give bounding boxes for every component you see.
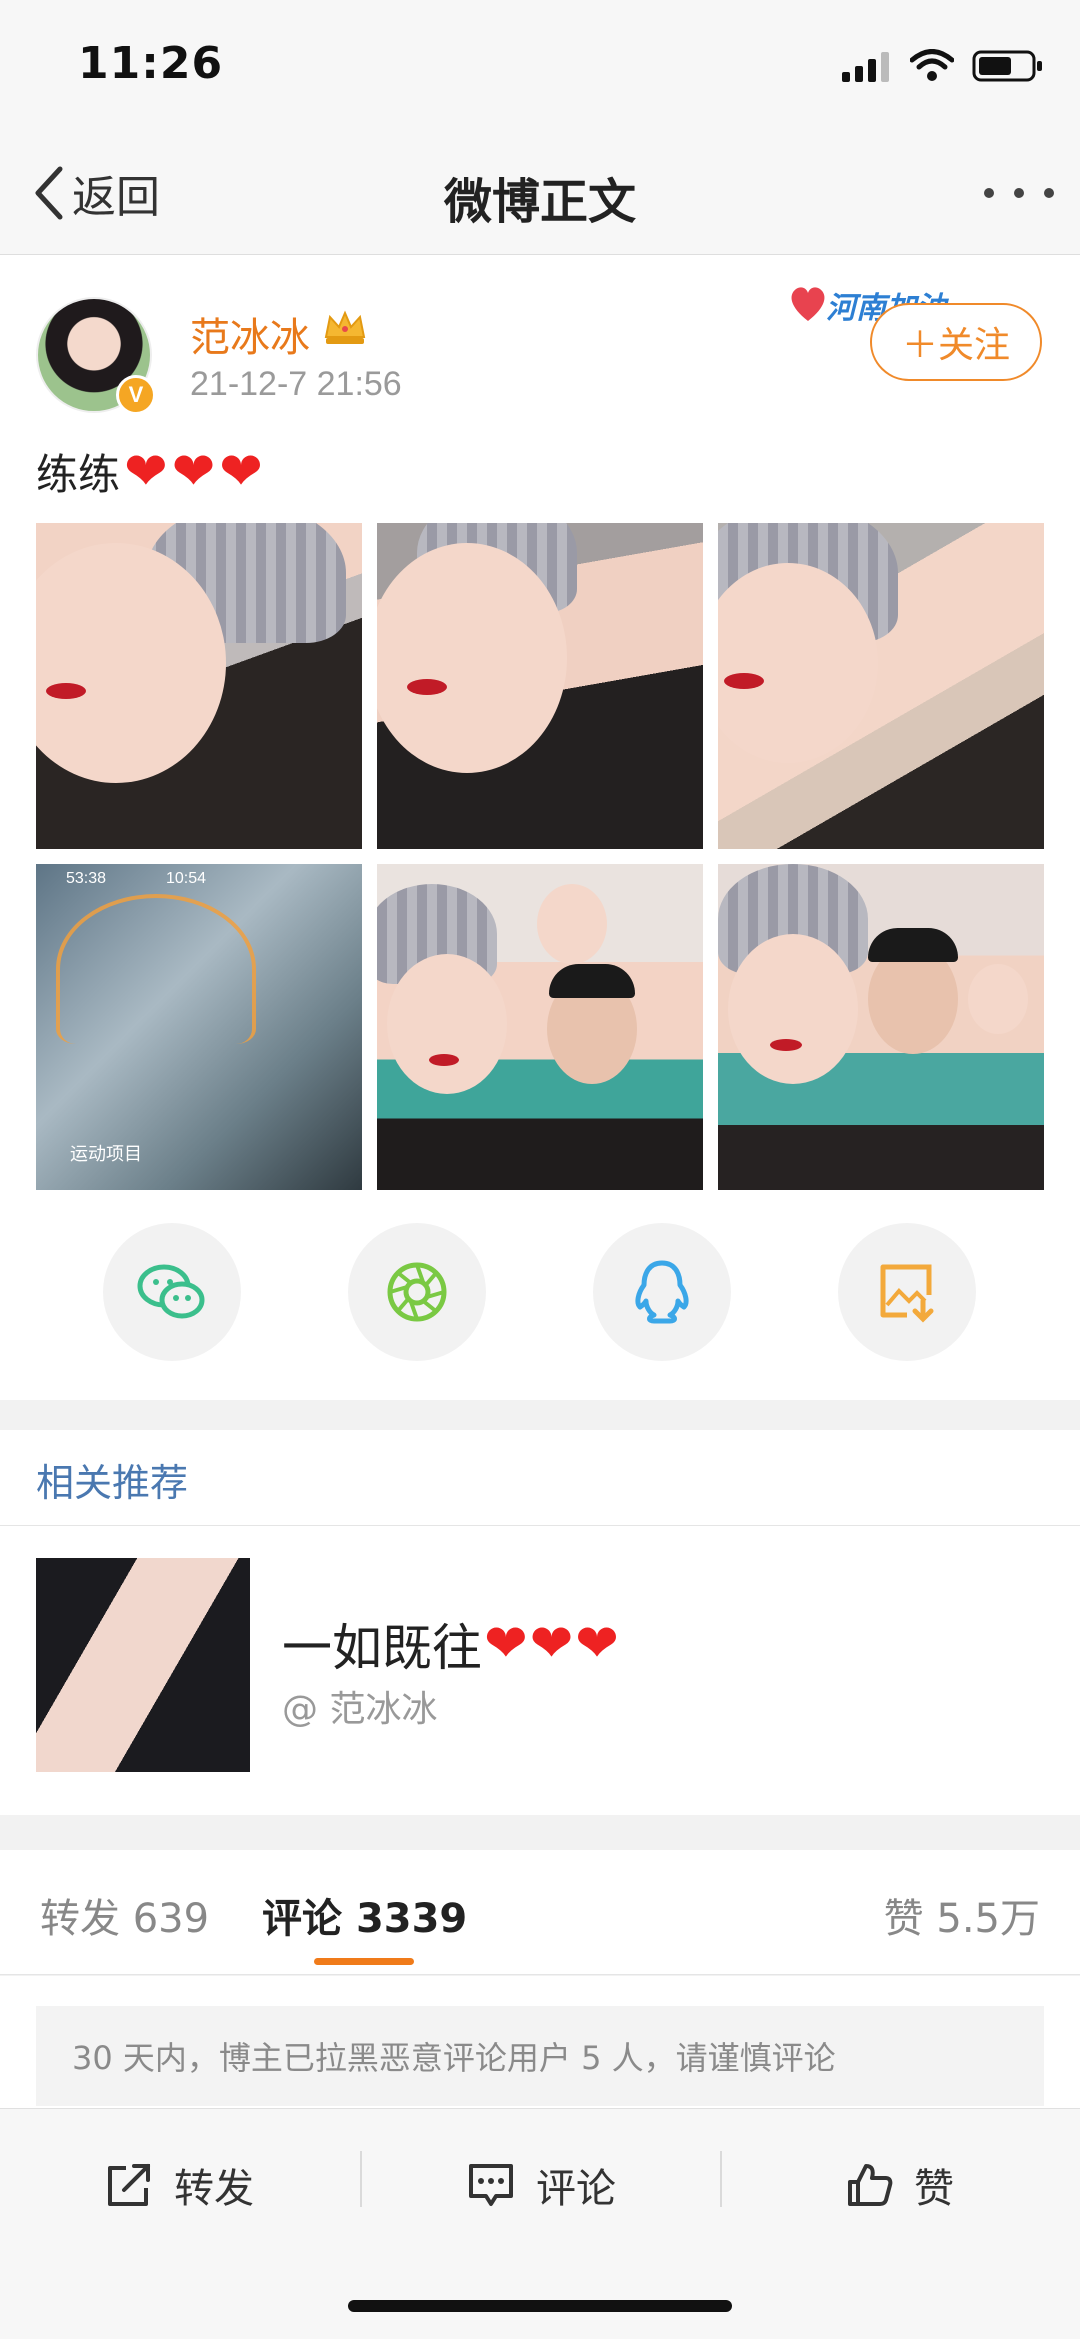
dot	[1014, 188, 1024, 198]
post-photo[interactable]	[377, 523, 703, 849]
repost-button[interactable]: 转发	[104, 2145, 254, 2225]
tab-count: 3339	[355, 1896, 468, 1942]
dot	[984, 188, 994, 198]
related-post-title-text: 一如既往	[282, 1619, 482, 1677]
tab-count: 5.5万	[936, 1896, 1040, 1942]
follow-button[interactable]: ＋关注	[870, 303, 1042, 381]
home-indicator[interactable]	[348, 2300, 732, 2312]
heart-emoji: ❤	[484, 1614, 528, 1674]
photo-grid: 53:38 10:54 运动项目	[36, 523, 1044, 1190]
related-post-title[interactable]: 一如既往 ❤ ❤ ❤	[282, 1608, 619, 1680]
comment-icon	[469, 2164, 513, 2206]
share-qq-button[interactable]	[593, 1223, 731, 1361]
interaction-tabs: 转发 639 评论 3339 赞 5.5万	[0, 1850, 1080, 1975]
author-name[interactable]: 范冰冰	[190, 305, 310, 363]
like-button[interactable]: 赞	[844, 2145, 954, 2225]
heart-emoji: ❤	[575, 1614, 619, 1674]
related-thumbnail[interactable]	[36, 1558, 250, 1772]
comment-notice: 30 天内，博主已拉黑恶意评论用户 5 人，请谨慎评论	[36, 2006, 1044, 2106]
tab-label: 评论	[262, 1896, 342, 1942]
notice-area: 30 天内，博主已拉黑恶意评论用户 5 人，请谨慎评论	[0, 1976, 1080, 2116]
battery-icon	[972, 50, 1042, 82]
post-timestamp: 21-12-7 21:56	[190, 365, 402, 403]
post-photo[interactable]	[377, 864, 703, 1190]
share-moments-button[interactable]	[348, 1223, 486, 1361]
save-image-button[interactable]	[838, 1223, 976, 1361]
page-title: 微博正文	[443, 174, 636, 230]
signal-icon	[842, 52, 889, 82]
tab-repost[interactable]: 转发 639	[40, 1886, 209, 1944]
status-icons	[842, 46, 1044, 86]
status-bar: 11:26	[0, 0, 1080, 130]
more-button[interactable]	[984, 178, 1054, 208]
post-card: V 范冰冰 21-12-7 21:56 河南加油 ＋关注 练练 ❤ ❤ ❤ 53…	[0, 255, 1080, 1400]
like-icon	[848, 2164, 893, 2206]
qq-icon	[635, 1260, 689, 1324]
related-section: 相关推荐 一如既往 ❤ ❤ ❤ @ 范冰冰	[0, 1430, 1080, 1815]
comment-button[interactable]: 评论	[466, 2145, 616, 2225]
heart-emoji: ❤	[529, 1614, 574, 1674]
wechat-icon	[137, 1264, 205, 1319]
save-image-icon	[880, 1264, 934, 1323]
tab-indicator	[314, 1958, 414, 1965]
related-post-author[interactable]: @ 范冰冰	[282, 1680, 437, 1732]
photo-time-text: 53:38	[66, 870, 107, 887]
repost-icon	[108, 2164, 150, 2206]
divider	[0, 1525, 1080, 1526]
post-photo[interactable]	[718, 523, 1044, 849]
tab-likes[interactable]: 赞 5.5万	[884, 1886, 1040, 1944]
tab-count: 639	[132, 1896, 210, 1942]
comment-label: 评论	[536, 2166, 616, 2212]
tab-label: 转发	[40, 1896, 120, 1942]
tab-label: 赞	[883, 1896, 924, 1942]
dot	[1044, 188, 1054, 198]
post-photo[interactable]	[36, 523, 362, 849]
related-heading: 相关推荐	[36, 1461, 189, 1505]
post-photo[interactable]: 53:38 10:54 运动项目	[36, 864, 362, 1190]
heart-emoji: ❤	[171, 441, 216, 502]
moments-icon	[387, 1262, 447, 1322]
divider	[720, 2151, 722, 2207]
post-text: 练练 ❤ ❤ ❤	[36, 441, 263, 502]
nav-bar: 返回 微博正文	[0, 130, 1080, 255]
heart-sticker-icon	[791, 287, 825, 321]
share-wechat-button[interactable]	[103, 1223, 241, 1361]
divider	[360, 2151, 362, 2207]
post-text-label: 练练	[36, 450, 121, 499]
heart-emoji: ❤	[124, 441, 168, 502]
photo-screen-label: 运动项目	[70, 1144, 142, 1165]
repost-label: 转发	[174, 2166, 254, 2212]
crown-icon	[324, 310, 366, 344]
post-photo[interactable]	[718, 864, 1044, 1190]
verified-badge: V	[116, 375, 156, 415]
wifi-icon	[910, 49, 954, 81]
status-time: 11:26	[78, 38, 224, 89]
share-row	[0, 1223, 1080, 1363]
photo-time-text: 10:54	[166, 870, 207, 887]
like-label: 赞	[914, 2166, 954, 2212]
heart-emoji: ❤	[219, 441, 263, 502]
tab-comments[interactable]: 评论 3339	[262, 1886, 467, 1944]
